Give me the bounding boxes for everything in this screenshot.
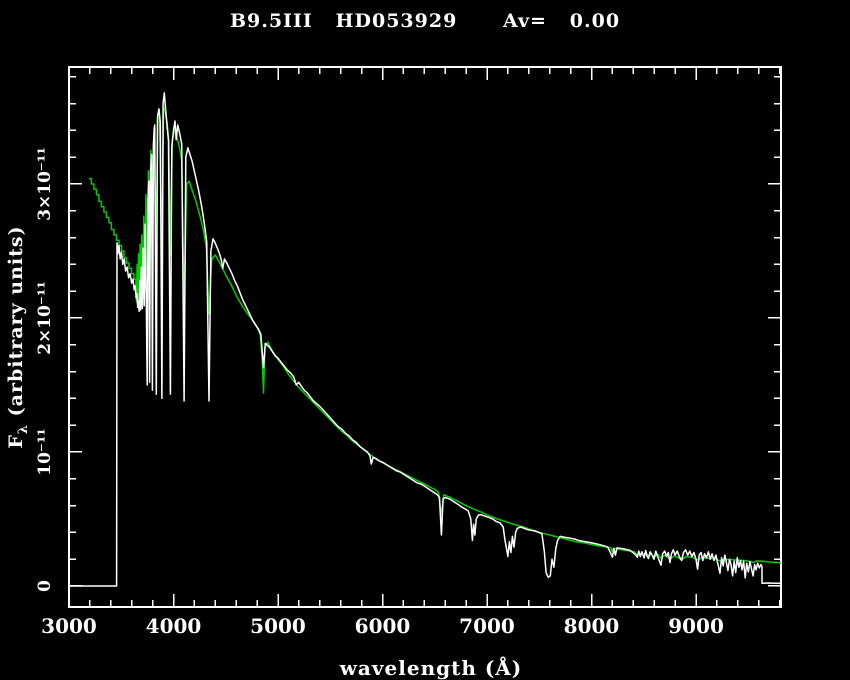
x-tick-label: 9000	[668, 614, 724, 638]
y-tick-label: 2×10⁻¹¹	[35, 281, 55, 355]
y-axis-label-subscript: λ	[16, 424, 31, 434]
x-tick-label: 6000	[355, 614, 411, 638]
x-tick-label: 7000	[459, 614, 515, 638]
y-tick-label: 10⁻¹¹	[35, 428, 55, 476]
spectrum-plot-window: B9.5III HD053929 Av= 0.00 30004000500060…	[0, 0, 850, 680]
x-tick-label: 8000	[564, 614, 620, 638]
y-tick-label: 0	[35, 580, 55, 592]
x-tick-label: 4000	[146, 614, 202, 638]
model-spectrum-line	[89, 108, 781, 563]
plot-frame	[69, 67, 781, 607]
observed-spectrum-line	[69, 93, 781, 586]
x-axis-label: wavelength (Å)	[0, 656, 850, 680]
y-axis-label-symbol: F	[5, 434, 27, 449]
spectrum-chart	[0, 0, 850, 680]
x-tick-label: 5000	[250, 614, 306, 638]
y-axis-label-units: (arbitrary units)	[5, 225, 27, 424]
y-tick-label: 3×10⁻¹¹	[35, 147, 55, 221]
y-axis-label: Fλ (arbitrary units)	[5, 225, 31, 448]
x-tick-label: 3000	[41, 614, 97, 638]
